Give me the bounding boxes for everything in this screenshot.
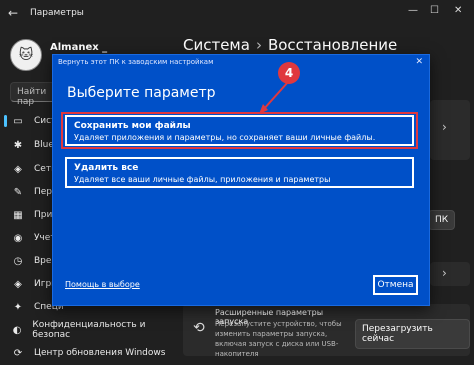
step-badge: 4 [278, 62, 300, 84]
annotation-arrow [259, 81, 289, 114]
